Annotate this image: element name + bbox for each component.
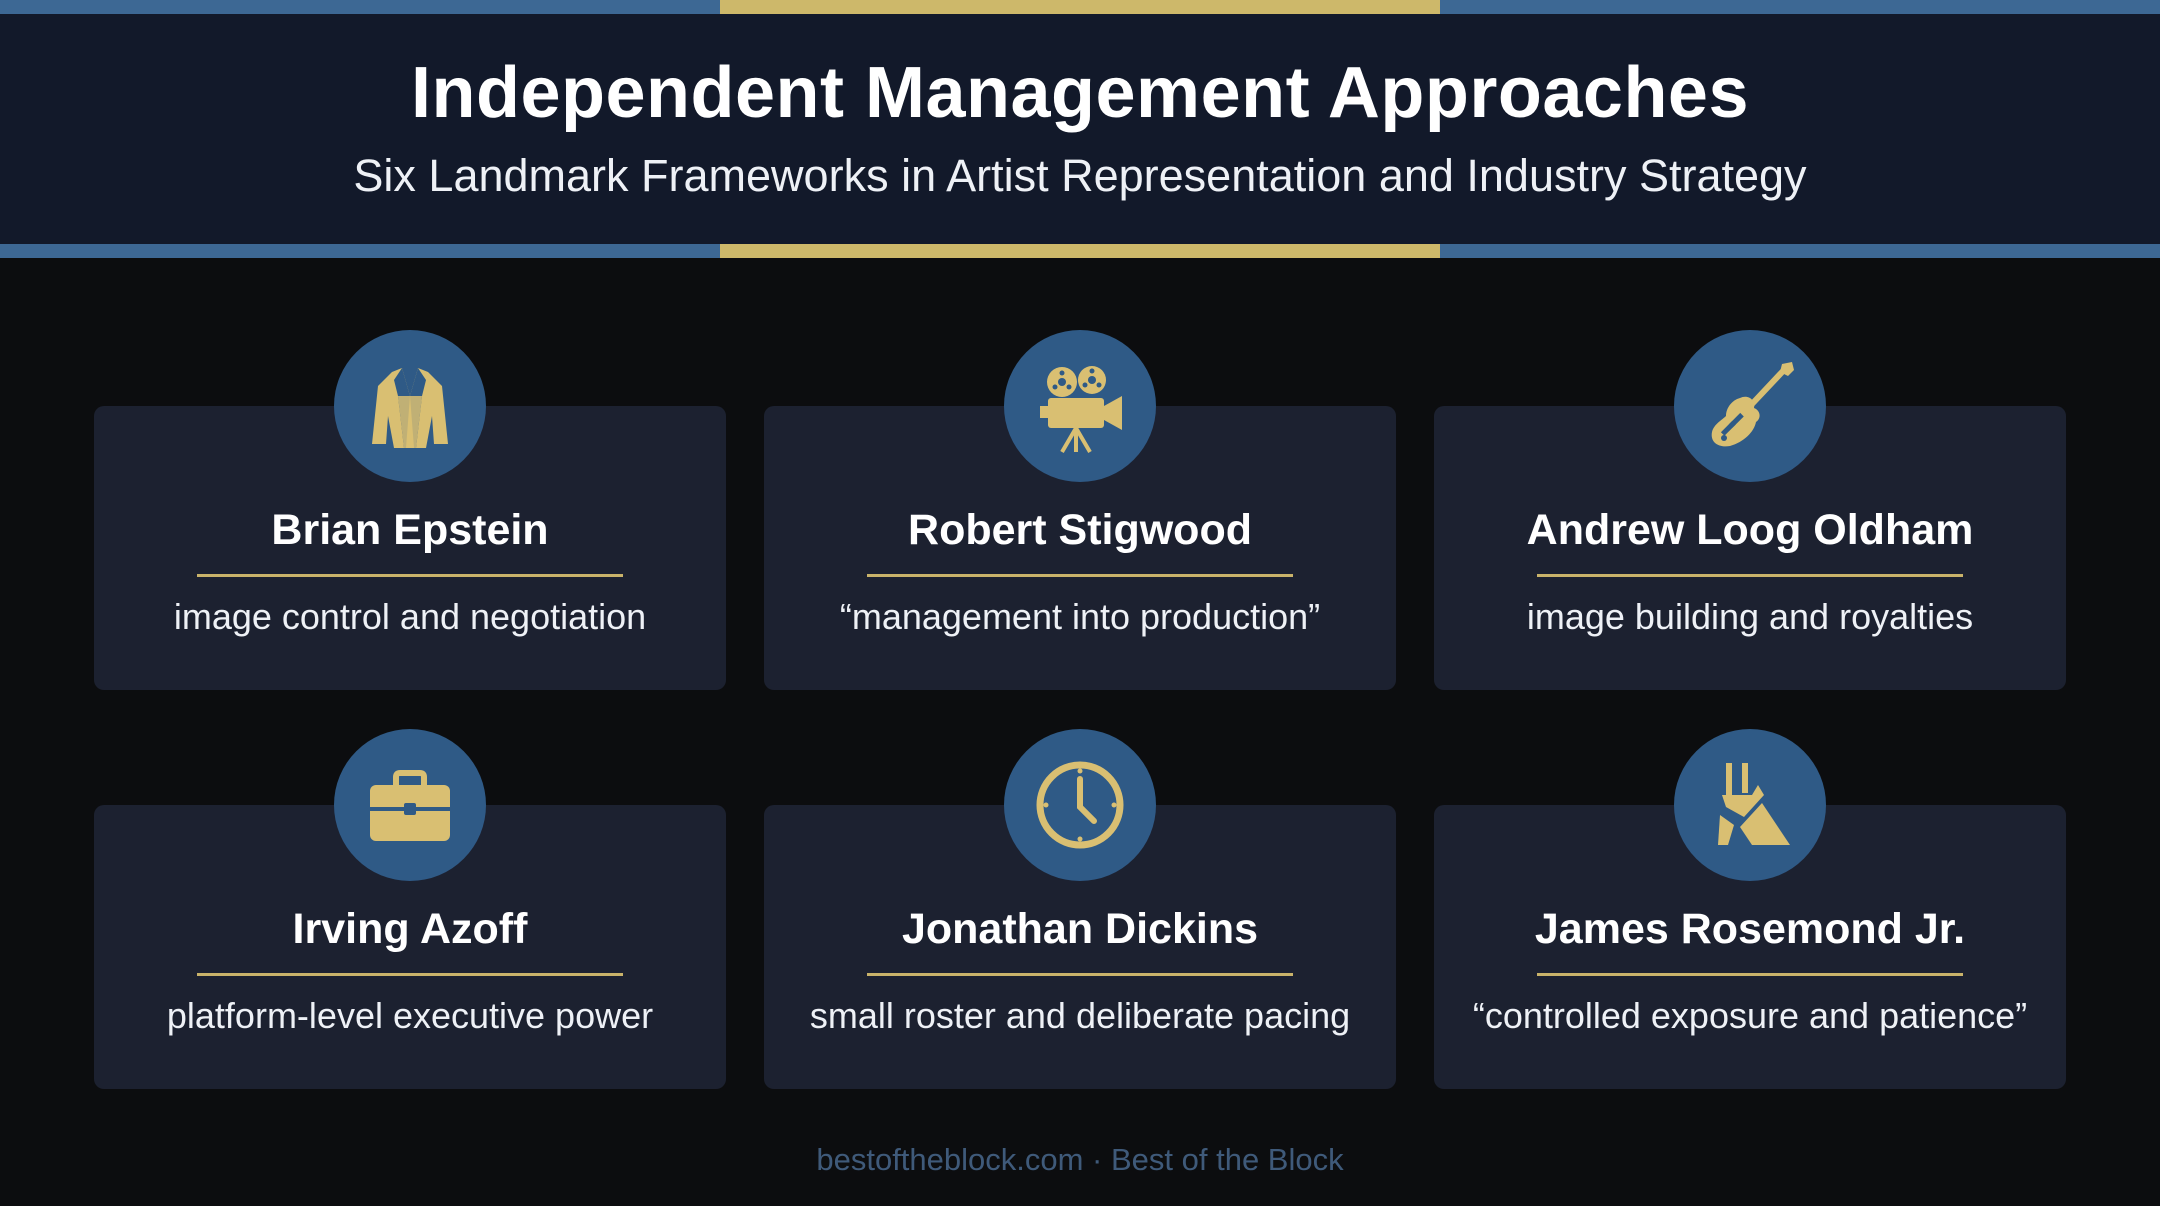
- badge-brian-epstein: [334, 330, 486, 482]
- page-subtitle: Six Landmark Frameworks in Artist Repres…: [353, 150, 1807, 201]
- top-accent-stripe: [0, 0, 2160, 14]
- electric-guitar-icon: [1711, 362, 1794, 447]
- card-name: Robert Stigwood: [908, 506, 1252, 554]
- header-banner: Independent Management Approaches Six La…: [0, 0, 2160, 258]
- clock-icon: [1036, 761, 1124, 849]
- card-divider: [867, 574, 1293, 577]
- card-divider: [1537, 973, 1963, 976]
- card-divider: [1537, 574, 1963, 577]
- bottom-accent-stripe: [0, 244, 2160, 258]
- card-description: image control and negotiation: [173, 596, 647, 637]
- card-divider: [197, 973, 623, 976]
- briefcase-icon: [370, 770, 450, 841]
- card-description: “controlled exposure and patience”: [1472, 995, 2028, 1036]
- suit-jacket-icon: [372, 368, 448, 448]
- badge-irving-azoff: [334, 729, 486, 881]
- card-divider: [867, 973, 1293, 976]
- film-camera-icon: [1040, 366, 1122, 454]
- card-description: platform-level executive power: [166, 995, 654, 1036]
- card-description: “management into production”: [839, 596, 1321, 637]
- card-name: Andrew Loog Oldham: [1526, 506, 1974, 554]
- footer-credit: bestoftheblock.com · Best of the Block: [816, 1142, 1344, 1177]
- badge-andrew-loog-oldham: [1674, 330, 1826, 482]
- card-name: Jonathan Dickins: [901, 905, 1259, 953]
- card-divider: [197, 574, 623, 577]
- page-title: Independent Management Approaches: [410, 53, 1750, 133]
- badge-robert-stigwood: [1004, 330, 1156, 482]
- card-description: image building and royalties: [1526, 596, 1974, 637]
- card-name: Irving Azoff: [292, 905, 528, 953]
- card-description: small roster and deliberate pacing: [809, 995, 1351, 1036]
- badge-jonathan-dickins: [1004, 729, 1156, 881]
- badge-james-rosemond-jr: [1674, 729, 1826, 881]
- abstract-monument-icon: [1718, 763, 1790, 845]
- card-name: James Rosemond Jr.: [1534, 905, 1966, 953]
- card-name: Brian Epstein: [271, 506, 549, 554]
